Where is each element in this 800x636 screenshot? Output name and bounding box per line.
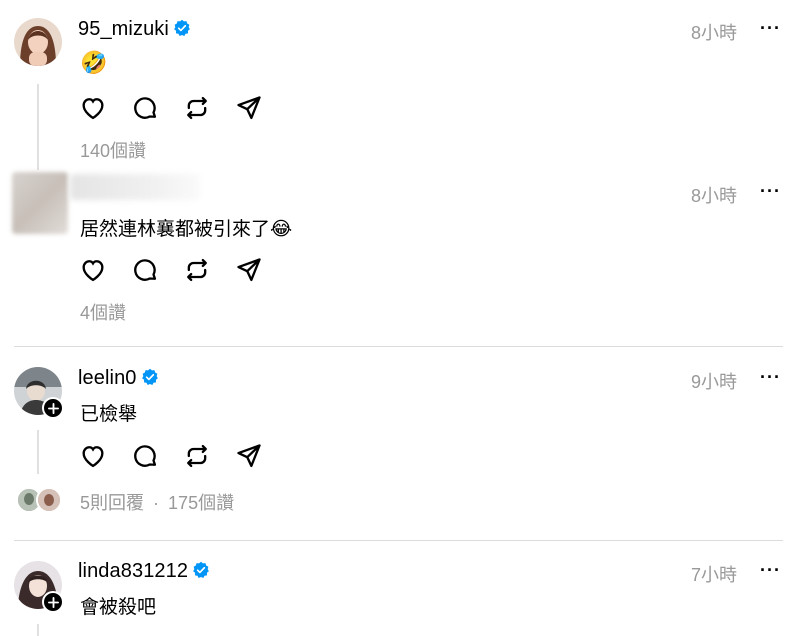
repost-button[interactable] <box>182 441 212 471</box>
plus-icon <box>47 596 59 608</box>
heart-icon <box>82 260 104 282</box>
divider <box>14 346 783 347</box>
timestamp: 8小時 <box>691 186 738 206</box>
thread-line <box>37 624 39 636</box>
repost-icon <box>187 96 207 120</box>
more-options-button[interactable]: ··· <box>760 18 781 39</box>
like-count[interactable]: 140個讚 <box>80 137 146 163</box>
follow-button[interactable] <box>42 591 64 613</box>
heart-icon <box>82 98 104 120</box>
share-button[interactable] <box>234 93 264 123</box>
more-options-button[interactable]: ··· <box>760 367 781 388</box>
heart-icon <box>82 446 104 468</box>
avatar[interactable] <box>14 18 62 66</box>
timestamp: 9小時 <box>691 372 738 392</box>
more-options-button[interactable]: ··· <box>760 560 781 581</box>
like-count[interactable]: 175個讚 <box>168 493 234 513</box>
reply-stats[interactable]: 5則回覆 · 175個讚 <box>80 489 234 515</box>
verified-badge-icon <box>193 561 209 578</box>
verified-badge-icon <box>174 19 190 36</box>
verified-badge-icon <box>141 368 158 385</box>
post-text: 已檢舉 <box>80 404 138 425</box>
repost-button[interactable] <box>182 255 212 285</box>
divider <box>14 540 783 541</box>
reply-avatar <box>36 487 62 513</box>
share-icon <box>237 444 261 468</box>
repost-icon <box>187 444 207 468</box>
share-button[interactable] <box>234 255 264 285</box>
post-text: 會被殺吧 <box>80 597 157 618</box>
comment-button[interactable] <box>130 255 160 285</box>
thread-line <box>37 84 39 170</box>
comment-icon <box>134 259 157 281</box>
post-text: 🤣 <box>80 50 108 75</box>
action-bar <box>78 255 264 285</box>
repost-button[interactable] <box>182 93 212 123</box>
username[interactable]: linda831212 <box>78 560 210 583</box>
action-bar <box>78 441 264 471</box>
comment-button[interactable] <box>130 441 160 471</box>
share-icon <box>237 258 261 282</box>
action-bar <box>78 93 264 123</box>
comment-icon <box>134 97 157 119</box>
repost-icon <box>187 258 207 282</box>
like-count[interactable]: 4個讚 <box>80 299 126 325</box>
like-button[interactable] <box>78 441 108 471</box>
username[interactable]: leelin0 <box>78 367 159 390</box>
more-options-button[interactable]: ··· <box>760 181 781 202</box>
username[interactable]: 95_mizuki <box>78 18 191 41</box>
timestamp: 8小時 <box>691 23 738 43</box>
reply-count[interactable]: 5則回覆 <box>80 493 144 513</box>
blurred-avatar <box>12 172 68 234</box>
like-button[interactable] <box>78 93 108 123</box>
follow-button[interactable] <box>42 397 64 419</box>
plus-icon <box>47 402 59 414</box>
comment-icon <box>134 445 157 467</box>
blurred-username <box>70 174 200 200</box>
share-icon <box>237 96 261 120</box>
separator: · <box>153 493 160 513</box>
timestamp: 7小時 <box>691 565 738 585</box>
thread-line <box>37 430 39 474</box>
like-button[interactable] <box>78 255 108 285</box>
share-button[interactable] <box>234 441 264 471</box>
comment-button[interactable] <box>130 93 160 123</box>
post-text: 居然連林襄都被引來了😂 <box>80 219 293 240</box>
